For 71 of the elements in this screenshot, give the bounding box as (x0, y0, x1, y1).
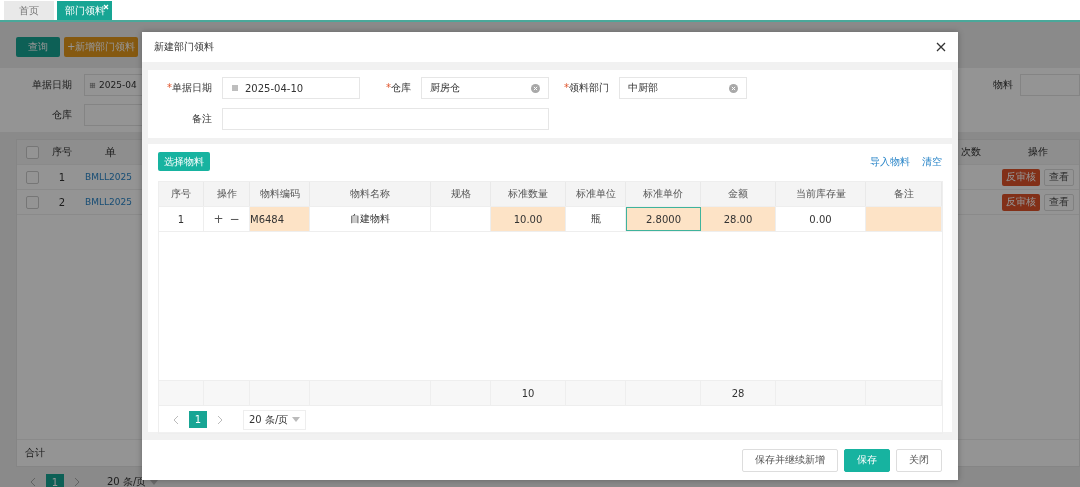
select-material-button[interactable]: 选择物料 (158, 152, 210, 171)
caret-icon (292, 417, 301, 422)
row-action-button[interactable]: + (211, 212, 226, 226)
text-link[interactable]: 导入物料 (870, 154, 910, 169)
field-label: 备注 (191, 112, 213, 126)
close-icon[interactable] (936, 42, 946, 52)
table-cell-text: 1 (57, 171, 67, 183)
clear-icon[interactable] (729, 83, 738, 93)
table-cell-text: 2 (57, 196, 67, 208)
calendar-icon (89, 81, 96, 89)
column-header: 物料编码 (250, 182, 310, 206)
document-link[interactable]: BMLL2025 (77, 172, 132, 182)
chevron-right-icon[interactable] (217, 414, 223, 425)
row-action-button[interactable]: 查看 (1044, 168, 1074, 186)
column-header: 单 (104, 144, 116, 160)
filter-label: 单据日期 (31, 78, 73, 92)
column-header: 标准单位 (566, 182, 626, 206)
row-action-button[interactable]: − (227, 212, 242, 226)
select-field[interactable]: 厨房仓 (421, 77, 549, 99)
editable-cell[interactable]: 28.00 (701, 207, 776, 231)
calendar-icon (231, 84, 239, 92)
column-header: 序号 (51, 145, 73, 159)
column-header: 操作 (204, 182, 250, 206)
filter-label: 物料 (992, 78, 1014, 92)
field-label: *领料部门 (563, 81, 610, 95)
filter-label: 仓库 (51, 108, 73, 122)
table-cell: 1 (159, 207, 204, 231)
document-link[interactable]: BMLL2025 (77, 197, 132, 207)
chevron-left-icon[interactable] (30, 477, 36, 487)
dialog-button[interactable]: 保存并继续新增 (742, 448, 838, 472)
column-header: 次数 (960, 145, 982, 159)
summary-cell: 28 (731, 387, 745, 399)
field-label: *仓库 (385, 81, 412, 95)
date-field[interactable]: 2025-04-10 (222, 77, 360, 99)
column-header: 金额 (701, 182, 776, 206)
row-action-button[interactable]: 反审核 (1002, 168, 1040, 186)
editable-cell[interactable]: 10.00 (491, 207, 566, 231)
editable-cell[interactable] (866, 207, 942, 231)
editable-cell[interactable]: 2.8000 (626, 207, 701, 231)
text-link[interactable]: 清空 (922, 154, 942, 169)
toolbar-button[interactable]: 查询 (16, 37, 60, 57)
page-size-select[interactable]: 20 条/页 (243, 409, 307, 430)
row-action-button[interactable]: 查看 (1044, 193, 1074, 211)
page-tab[interactable]: 部门领料 (57, 1, 112, 20)
dialog-button[interactable]: 保存 (844, 448, 890, 472)
column-header: 标准数量 (491, 182, 566, 206)
summary-label: 合计 (25, 446, 45, 460)
column-header: 序号 (159, 182, 204, 206)
checkbox[interactable] (25, 195, 39, 209)
clear-icon[interactable] (531, 83, 540, 93)
page-number[interactable]: 1 (46, 473, 64, 487)
page-tab[interactable]: 首页 (4, 1, 54, 20)
row-action-button[interactable]: 反审核 (1002, 193, 1040, 211)
summary-cell: 10 (521, 387, 535, 399)
chevron-left-icon[interactable] (173, 414, 179, 425)
select-field[interactable]: 中厨部 (619, 77, 747, 99)
checkbox[interactable] (25, 170, 39, 184)
table-cell: 自建物料 (310, 207, 431, 231)
column-header: 操作 (1027, 145, 1049, 159)
column-header: 物料名称 (310, 182, 431, 206)
column-header: 备注 (866, 182, 942, 206)
checkbox[interactable] (25, 145, 39, 159)
dialog-title: 新建部门领料 (154, 40, 214, 54)
chevron-right-icon[interactable] (74, 477, 80, 487)
column-header: 标准单价 (626, 182, 701, 206)
column-header: 当前库存量 (776, 182, 866, 206)
dialog-button[interactable]: 关闭 (896, 448, 942, 472)
editable-cell[interactable]: M6484 (250, 207, 310, 231)
page-number[interactable]: 1 (189, 411, 207, 428)
input-field[interactable] (222, 108, 549, 130)
column-header: 规格 (431, 182, 491, 206)
